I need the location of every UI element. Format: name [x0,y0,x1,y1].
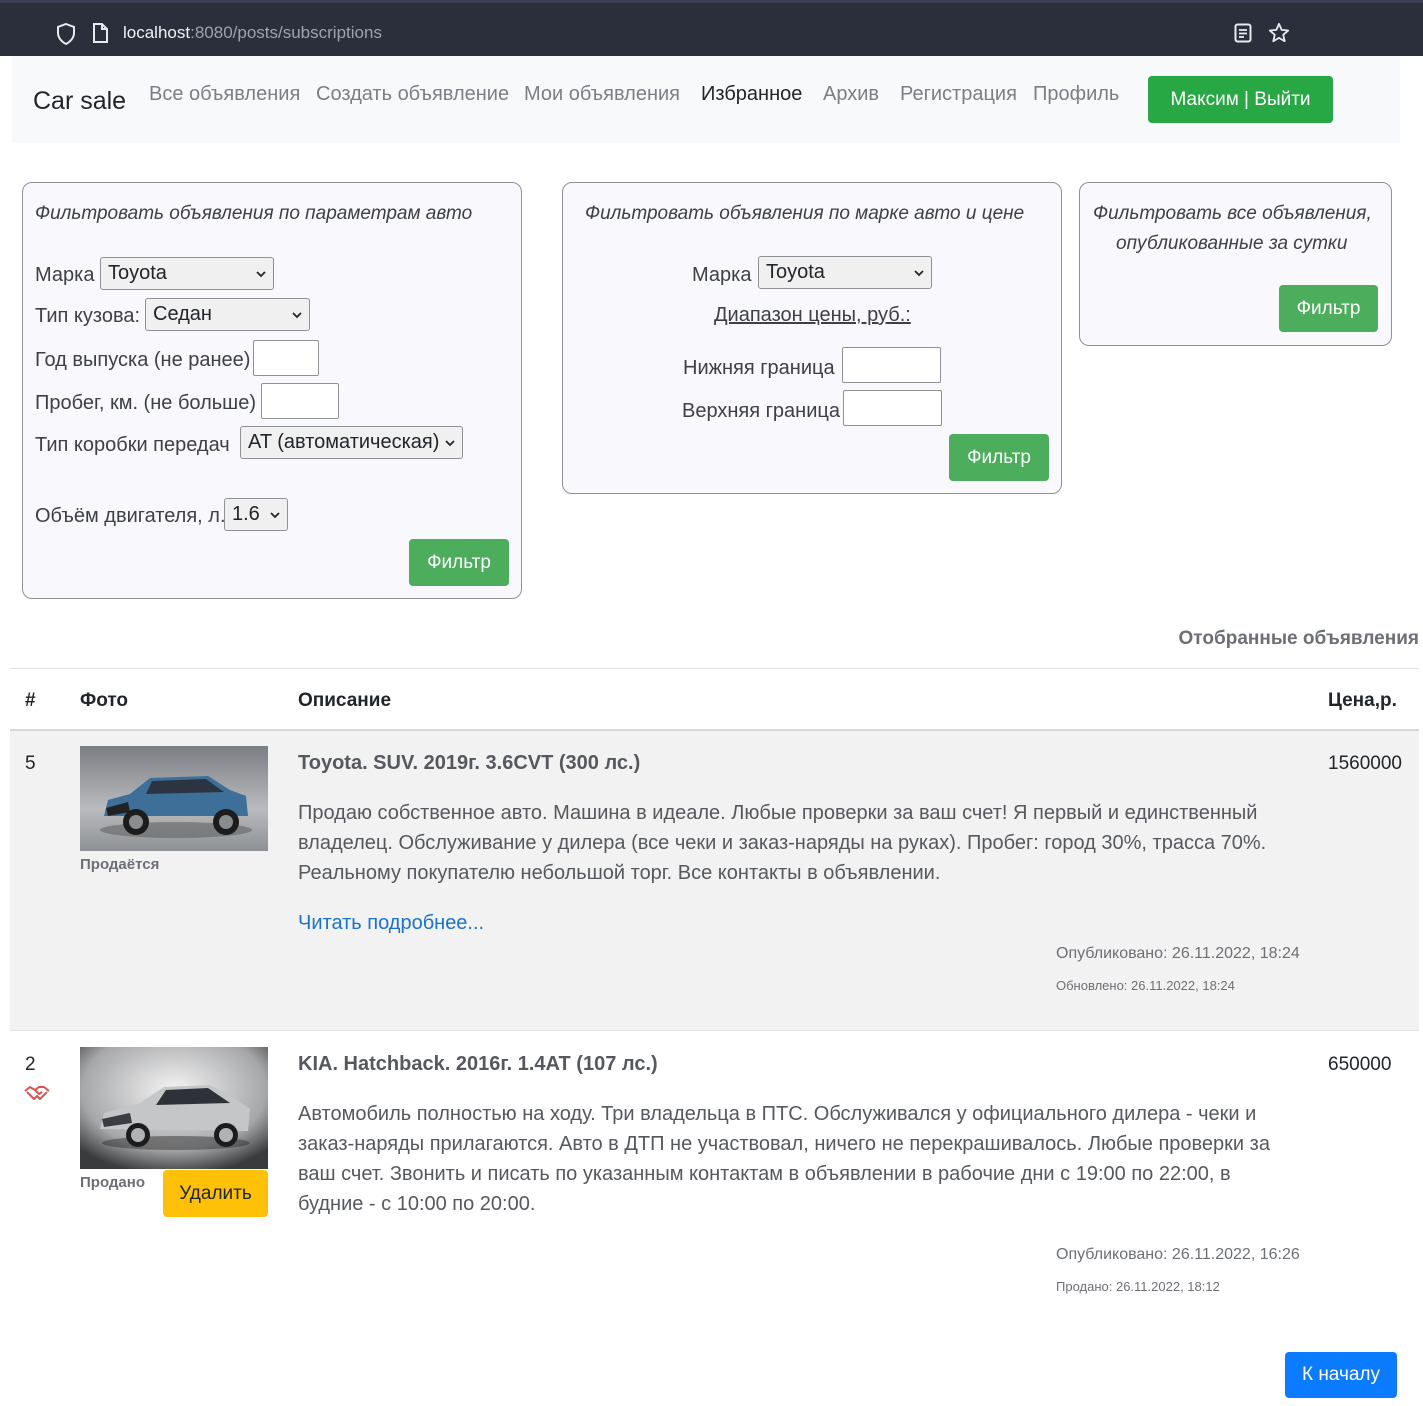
post-title: KIA. Hatchback. 2016г. 1.4AT (107 лс.) [298,1053,658,1075]
nav-registration[interactable]: Регистрация [900,83,1017,106]
nav-favorites[interactable]: Избранное [701,83,802,106]
bookmark-star-icon[interactable] [1268,22,1290,49]
gearbox-select[interactable]: AT (автоматическая) [240,426,463,459]
post-title: Toyota. SUV. 2019г. 3.6CVT (300 лс.) [298,752,641,774]
filter-day-title-line2: опубликованные за сутки [1116,233,1348,254]
updated-date: Обновлено: 26.11.2022, 18:24 [1056,978,1235,993]
shield-icon[interactable] [56,22,76,50]
year-input[interactable] [253,340,319,376]
url-path: :8080/posts/subscriptions [190,23,382,42]
navbar: Car sale Все объявления Создать объявлен… [12,56,1400,143]
chevron-down-icon [270,512,280,519]
car-photo[interactable] [80,1047,268,1169]
filter-price-title: Фильтровать объявления по марке авто и ц… [585,203,1025,224]
published-date: Опубликовано: 26.11.2022, 16:26 [1056,1246,1300,1263]
gearbox-label: Тип коробки передач [35,434,230,456]
engine-volume-select[interactable]: 1.6 [224,498,288,531]
mileage-input[interactable] [261,383,339,419]
lower-bound-label: Нижняя граница [683,357,835,379]
nav-my-posts[interactable]: Мои объявления [524,83,680,106]
body-type-select[interactable]: Седан [145,298,310,331]
nav-archive[interactable]: Архив [823,83,879,106]
divider [10,668,1419,669]
header-price: Цена,р. [1328,690,1397,711]
engine-volume-label: Объём двигателя, л. [35,505,226,527]
chevron-down-icon [445,440,455,447]
brand-select[interactable]: Toyota [100,257,274,290]
chevron-down-icon [914,270,924,277]
filter-day-panel: Фильтровать все объявления, опубликованн… [1079,182,1392,346]
mileage-label: Пробег, км. (не больше) [35,392,256,414]
body-type-select-value: Седан [153,303,212,325]
filter-day-button[interactable]: Фильтр [1279,285,1378,332]
upper-bound-input[interactable] [843,390,942,426]
chevron-down-icon [292,312,302,319]
page-icon [92,23,108,48]
header-num: # [25,690,36,711]
header-description: Описание [298,690,392,711]
header-photo: Фото [80,690,129,711]
status-badge: Продано [80,1174,145,1191]
post-price: 1560000 [1328,753,1402,774]
car-photo[interactable] [80,746,268,851]
price-range-label: Диапазон цены, руб.: [714,304,911,326]
body-type-label: Тип кузова: [35,305,141,327]
filter-price-panel: Фильтровать объявления по марке авто и ц… [562,182,1062,494]
published-date: Опубликовано: 26.11.2022, 18:24 [1056,945,1300,962]
browser-toolbar: localhost:8080/posts/subscriptions [0,0,1423,56]
nav-create-post[interactable]: Создать объявление [316,83,509,106]
url-host: localhost [123,23,191,42]
reader-view-icon[interactable] [1234,23,1252,48]
sold-date: Продано: 26.11.2022, 18:12 [1056,1279,1220,1294]
handshake-icon [23,1084,51,1109]
post-price: 650000 [1328,1054,1392,1075]
logout-button[interactable]: Максим | Выйти [1148,76,1333,123]
delete-button[interactable]: Удалить [163,1170,268,1217]
filter-params-button[interactable]: Фильтр [409,539,509,586]
lower-bound-input[interactable] [842,347,941,383]
price-brand-select-value: Toyota [766,261,825,283]
brand-link[interactable]: Car sale [33,87,126,116]
year-label: Год выпуска (не ранее) [35,349,251,371]
engine-volume-select-value: 1.6 [232,503,260,525]
brand-select-value: Toyota [108,262,167,284]
back-to-top-button[interactable]: К началу [1285,1352,1397,1398]
filter-params-title: Фильтровать объявления по параметрам авт… [35,203,473,224]
chevron-down-icon [256,271,266,278]
status-badge: Продаётся [80,856,160,873]
post-description: Продаю собственное авто. Машина в идеале… [298,802,1267,884]
upper-bound-label: Верхняя граница [682,400,840,422]
nav-all-posts[interactable]: Все объявления [149,83,300,106]
filter-day-title-line1: Фильтровать все объявления, [1093,203,1372,224]
nav-profile[interactable]: Профиль [1033,83,1119,106]
post-description: Автомобиль полностью на ходу. Три владел… [298,1103,1270,1215]
row-divider [10,1030,1419,1031]
filter-price-button[interactable]: Фильтр [949,434,1049,481]
read-more-link[interactable]: Читать подробнее... [298,912,484,935]
filter-params-panel: Фильтровать объявления по параметрам авт… [22,182,522,599]
results-title: Отобранные объявления [1178,628,1419,649]
price-brand-select[interactable]: Toyota [758,256,932,289]
address-bar[interactable]: localhost:8080/posts/subscriptions [123,23,382,43]
post-number: 5 [25,753,36,774]
brand-label: Марка [35,264,95,286]
gearbox-select-value: AT (автоматическая) [248,431,440,453]
post-number: 2 [25,1054,36,1075]
price-brand-label: Марка [692,264,752,286]
